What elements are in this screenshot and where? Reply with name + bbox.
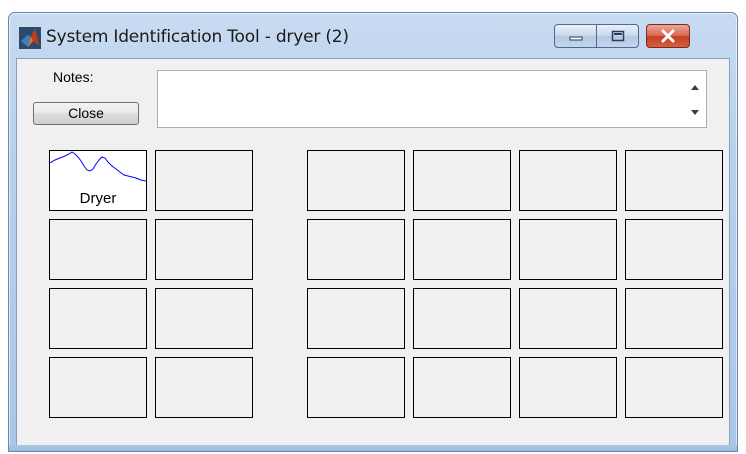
title-bar[interactable]: System Identification Tool - dryer (2) [9,13,737,59]
maximize-button[interactable] [596,24,639,48]
window-frame-bottom [9,445,737,451]
notes-field[interactable] [157,70,707,128]
empty-data-tile[interactable] [49,357,147,418]
empty-data-tile[interactable] [49,288,147,349]
client-area: Notes: Close Dryer [16,58,730,446]
empty-data-tile[interactable] [155,288,253,349]
empty-model-tile[interactable] [519,357,617,418]
empty-model-tile[interactable] [625,219,723,280]
empty-data-tile[interactable] [155,357,253,418]
empty-model-tile[interactable] [307,219,405,280]
empty-model-tile[interactable] [307,288,405,349]
empty-data-tile[interactable] [155,150,253,211]
minimize-button[interactable] [554,24,597,48]
matlab-logo-icon [19,27,41,49]
empty-model-tile[interactable] [307,357,405,418]
window-title: System Identification Tool - dryer (2) [46,27,349,47]
empty-model-tile[interactable] [625,357,723,418]
close-x-icon [661,29,675,43]
signal-plot-icon [50,151,146,182]
empty-model-tile[interactable] [413,219,511,280]
data-tile-dryer[interactable]: Dryer [49,150,147,211]
empty-model-tile[interactable] [519,150,617,211]
empty-model-tile[interactable] [307,150,405,211]
minimize-icon [569,36,582,41]
empty-model-tile[interactable] [413,357,511,418]
empty-data-tile[interactable] [155,219,253,280]
notes-label: Notes: [53,69,94,85]
main-window: System Identification Tool - dryer (2) N… [8,12,738,452]
empty-model-tile[interactable] [413,288,511,349]
empty-data-tile[interactable] [49,219,147,280]
maximize-icon [611,30,624,42]
model-board [307,150,731,426]
empty-model-tile[interactable] [519,219,617,280]
empty-model-tile[interactable] [519,288,617,349]
data-tile-label: Dryer [79,190,117,207]
empty-model-tile[interactable] [625,288,723,349]
empty-model-tile[interactable] [413,150,511,211]
data-board: Dryer [49,150,261,426]
empty-model-tile[interactable] [625,150,723,211]
window-close-button[interactable] [646,24,690,48]
close-button[interactable]: Close [33,102,139,125]
scroll-up-arrow-icon[interactable] [691,85,699,90]
notes-scrollbar[interactable] [686,71,706,127]
scroll-down-arrow-icon[interactable] [691,110,699,115]
